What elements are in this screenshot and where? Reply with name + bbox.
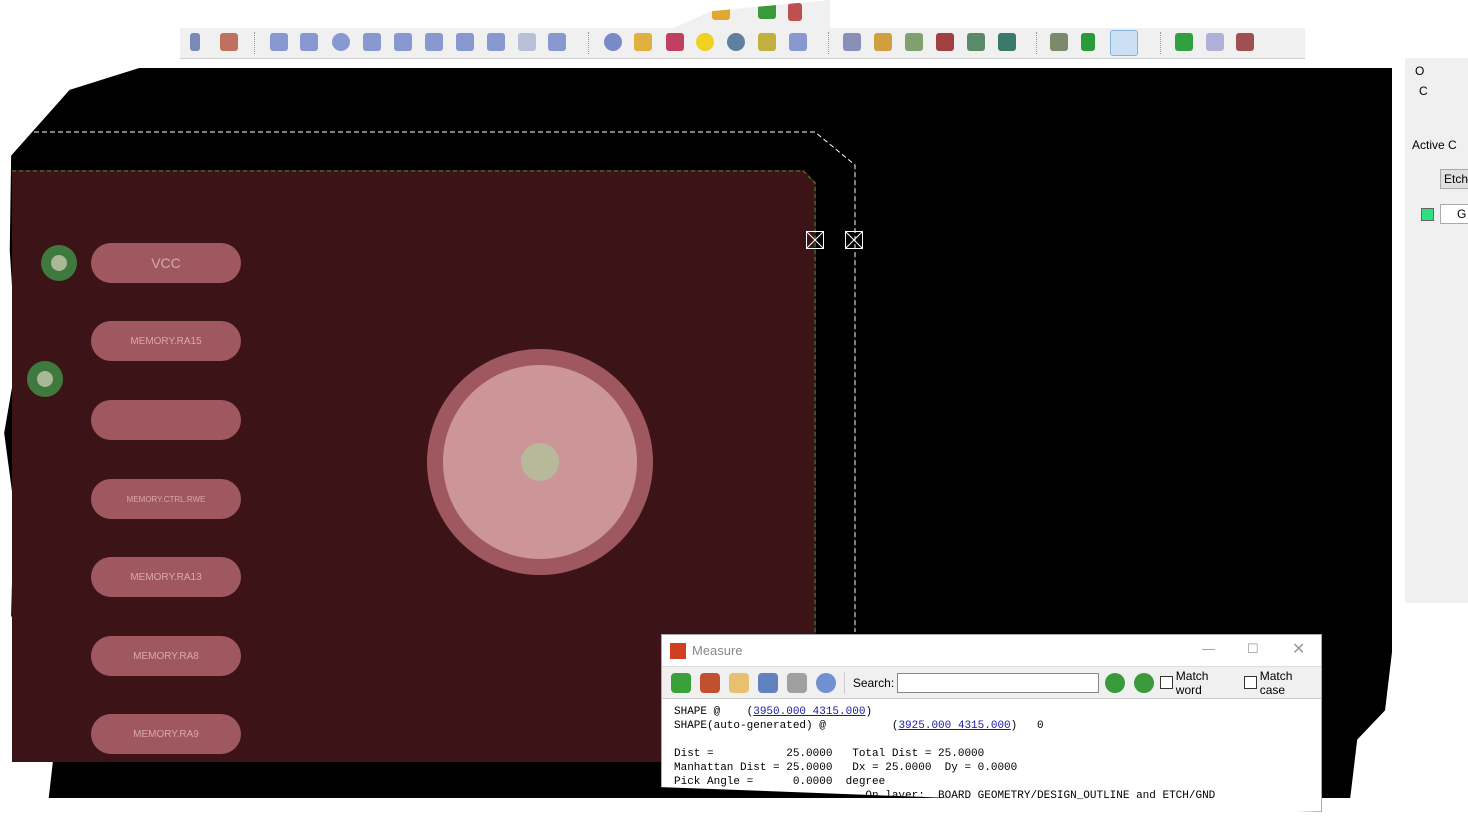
pad-memory-ctrl-rwe[interactable]: MEMORY.CTRL.RWE xyxy=(91,479,241,519)
text: SHAPE(auto-generated) @ ( xyxy=(674,720,899,732)
tab-c[interactable]: C xyxy=(1419,84,1428,98)
subclass-dropdown[interactable]: G xyxy=(1440,204,1468,224)
active-class-label: Active C xyxy=(1412,138,1457,152)
match-case-checkbox[interactable] xyxy=(1243,676,1257,689)
pad[interactable] xyxy=(91,400,241,440)
close-button[interactable]: ✕ xyxy=(1292,639,1305,659)
pad-vcc[interactable]: VCC xyxy=(91,243,241,283)
measure-point-marker xyxy=(845,231,863,249)
subclass-color-swatch[interactable] xyxy=(1421,208,1434,221)
match-word-label: Match word xyxy=(1175,668,1209,697)
measure-app-icon xyxy=(670,642,686,659)
search-label: Search: xyxy=(852,675,895,690)
pin-icon[interactable] xyxy=(671,672,691,693)
next-arrow-icon[interactable] xyxy=(1133,672,1154,693)
mounting-hole[interactable] xyxy=(420,342,660,582)
measure-toolbar: Search: Match word Match case xyxy=(662,666,1321,699)
minimize-button[interactable]: — xyxy=(1202,641,1215,656)
match-case-label: Match case xyxy=(1259,668,1293,697)
options-panel: O C Active C Etch G xyxy=(1405,58,1468,603)
pad-memory-ra13[interactable]: MEMORY.RA13 xyxy=(91,557,241,597)
dist-line: Dist = 25.0000 Total Dist = 25.0000 xyxy=(674,748,985,760)
text: ) xyxy=(865,706,873,718)
tab-options[interactable]: O xyxy=(1415,64,1424,78)
print-icon[interactable] xyxy=(786,672,807,693)
pick-angle-line: Pick Angle = 0.0000 degree xyxy=(674,776,886,788)
match-word-checkbox[interactable] xyxy=(1159,676,1173,689)
result-line: SHAPE(auto-generated) @ (3925.000 4315.0… xyxy=(674,719,1309,733)
result-line: SHAPE @ (3950.000 4315.000) xyxy=(674,705,1309,719)
coordinate-link[interactable]: 3925.000 4315.000 xyxy=(898,720,1010,732)
previous-arrow-icon[interactable] xyxy=(1104,672,1125,693)
coordinate-link[interactable]: 3950.000 4315.000 xyxy=(753,706,865,718)
separator xyxy=(843,671,845,694)
class-dropdown[interactable]: Etch xyxy=(1440,169,1468,189)
save-icon[interactable] xyxy=(757,672,778,693)
text: ) 0 xyxy=(1010,720,1044,732)
help-icon[interactable] xyxy=(815,672,836,693)
pad-memory-ra15[interactable]: MEMORY.RA15 xyxy=(91,321,241,361)
pad-memory-ra8[interactable]: MEMORY.RA8 xyxy=(91,636,241,676)
via[interactable] xyxy=(41,245,77,281)
pad-memory-ra9[interactable]: MEMORY.RA9 xyxy=(91,714,241,754)
measure-window: Measure — ☐ ✕ Search: Match word Match c… xyxy=(661,634,1322,812)
measure-point-marker xyxy=(806,231,824,249)
text: SHAPE @ ( xyxy=(674,706,754,718)
window-title: Measure xyxy=(692,643,743,658)
clear-icon[interactable] xyxy=(699,672,720,693)
search-input[interactable] xyxy=(897,672,1099,693)
open-folder-icon[interactable] xyxy=(728,672,749,693)
title-bar: Measure — ☐ ✕ xyxy=(662,635,1321,666)
via[interactable] xyxy=(27,361,63,397)
maximize-button[interactable]: ☐ xyxy=(1247,641,1259,657)
manhattan-line: Manhattan Dist = 25.0000 Dx = 25.0000 Dy… xyxy=(674,762,1018,774)
